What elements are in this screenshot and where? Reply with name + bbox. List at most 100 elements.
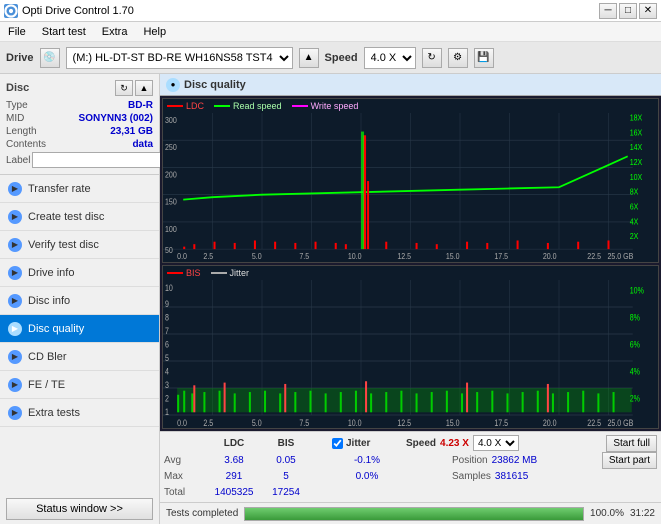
start-part-button[interactable]: Start part xyxy=(602,452,657,469)
speed-select-container: 4.0 X xyxy=(473,435,519,451)
content-area: ● Disc quality LDC Read speed xyxy=(160,74,661,524)
disc-mid-value: SONYNN3 (002) xyxy=(79,113,153,124)
menu-extra[interactable]: Extra xyxy=(98,25,132,39)
drive-select[interactable]: (M:) HL-DT-ST BD-RE WH16NS58 TST4 xyxy=(66,47,293,69)
titlebar-left: Opti Drive Control 1.70 xyxy=(4,4,134,18)
extra-tests-icon: ▶ xyxy=(8,406,22,420)
app-title: Opti Drive Control 1.70 xyxy=(22,5,134,17)
sidebar-item-disc-quality-label: Disc quality xyxy=(28,323,84,335)
speed-measured-value: 4.23 X xyxy=(440,438,469,449)
menubar: File Start test Extra Help xyxy=(0,22,661,42)
sidebar-item-drive-info-label: Drive info xyxy=(28,267,74,279)
status-window-button[interactable]: Status window >> xyxy=(6,498,153,520)
minimize-button[interactable]: ─ xyxy=(599,3,617,19)
start-full-button[interactable]: Start full xyxy=(606,435,657,452)
disc-label-input[interactable] xyxy=(32,152,170,168)
eject-button[interactable]: ▲ xyxy=(299,48,319,68)
legend-ldc-label: LDC xyxy=(186,101,204,111)
svg-text:22.5: 22.5 xyxy=(587,251,601,261)
sidebar-item-verify-test-disc[interactable]: ▶ Verify test disc xyxy=(0,231,159,259)
svg-text:25.0 GB: 25.0 GB xyxy=(607,416,633,427)
svg-text:2.5: 2.5 xyxy=(203,251,213,261)
disc-type-label: Type xyxy=(6,100,28,111)
avg-bis-value: 0.05 xyxy=(260,455,312,466)
svg-text:5.0: 5.0 xyxy=(252,251,262,261)
sidebar-item-create-test-disc[interactable]: ▶ Create test disc xyxy=(0,203,159,231)
drivebar: Drive 💿 (M:) HL-DT-ST BD-RE WH16NS58 TST… xyxy=(0,42,661,74)
refresh-button[interactable]: ↻ xyxy=(422,48,442,68)
sidebar-item-transfer-rate[interactable]: ▶ Transfer rate xyxy=(0,175,159,203)
svg-text:12X: 12X xyxy=(630,157,643,167)
disc-quality-icon: ▶ xyxy=(8,322,22,336)
sidebar-item-cd-bler[interactable]: ▶ CD Bler xyxy=(0,343,159,371)
svg-text:15.0: 15.0 xyxy=(446,251,460,261)
action-buttons: Start full xyxy=(606,435,657,452)
disc-refresh-button[interactable]: ↻ xyxy=(115,80,133,96)
avg-ldc-value: 3.68 xyxy=(208,455,260,466)
disc-eject-button[interactable]: ▲ xyxy=(135,80,153,96)
svg-text:50: 50 xyxy=(165,245,173,255)
settings-button[interactable]: ⚙ xyxy=(448,48,468,68)
speed-header-label: Speed xyxy=(406,438,436,449)
titlebar: Opti Drive Control 1.70 ─ □ ✕ xyxy=(0,0,661,22)
menu-help[interactable]: Help xyxy=(139,25,170,39)
svg-text:100: 100 xyxy=(165,224,177,234)
speed-select[interactable]: 4.0 X xyxy=(364,47,416,69)
disc-mid-label: MID xyxy=(6,113,24,124)
svg-text:0.0: 0.0 xyxy=(177,416,187,427)
drive-label: Drive xyxy=(6,52,34,64)
disc-label-row: Label 🔍 xyxy=(6,152,153,168)
progress-track xyxy=(244,507,584,521)
svg-text:6X: 6X xyxy=(630,202,639,212)
stats-bar: LDC BIS Jitter Speed 4.23 X 4.0 X Start … xyxy=(160,431,661,502)
stats-header-row: LDC BIS Jitter Speed 4.23 X 4.0 X Start … xyxy=(164,434,657,452)
svg-text:250: 250 xyxy=(165,142,177,152)
legend-jitter: Jitter xyxy=(211,268,250,278)
svg-text:200: 200 xyxy=(165,170,177,180)
sidebar-item-fe-te[interactable]: ▶ FE / TE xyxy=(0,371,159,399)
sidebar-item-disc-info[interactable]: ▶ Disc info xyxy=(0,287,159,315)
sidebar-item-extra-tests[interactable]: ▶ Extra tests xyxy=(0,399,159,427)
legend-ldc: LDC xyxy=(167,101,204,111)
jitter-header-label: Jitter xyxy=(346,438,370,449)
menu-start-test[interactable]: Start test xyxy=(38,25,90,39)
titlebar-controls: ─ □ ✕ xyxy=(599,3,657,19)
svg-text:7.5: 7.5 xyxy=(299,251,309,261)
transfer-rate-icon: ▶ xyxy=(8,182,22,196)
legend-bis-label: BIS xyxy=(186,268,201,278)
drive-info-icon: ▶ xyxy=(8,266,22,280)
svg-text:16X: 16X xyxy=(630,128,643,138)
svg-text:6: 6 xyxy=(165,338,169,349)
close-button[interactable]: ✕ xyxy=(639,3,657,19)
menu-file[interactable]: File xyxy=(4,25,30,39)
save-button[interactable]: 💾 xyxy=(474,48,494,68)
ldc-color xyxy=(167,105,183,107)
legend-read-speed-label: Read speed xyxy=(233,101,282,111)
sidebar-item-cd-bler-label: CD Bler xyxy=(28,351,67,363)
stats-ldc-header: LDC xyxy=(208,438,260,449)
svg-text:22.5: 22.5 xyxy=(587,416,601,427)
svg-text:12.5: 12.5 xyxy=(397,416,411,427)
disc-contents-value: data xyxy=(132,139,153,150)
maximize-button[interactable]: □ xyxy=(619,3,637,19)
position-label: Position xyxy=(452,455,488,466)
write-speed-color xyxy=(292,105,308,107)
lower-chart: BIS Jitter xyxy=(162,265,659,430)
svg-text:7.5: 7.5 xyxy=(299,416,309,427)
drive-eject-icon[interactable]: 💿 xyxy=(40,48,60,68)
disc-quality-header-icon: ● xyxy=(166,78,180,92)
jitter-checkbox[interactable] xyxy=(332,438,343,449)
disc-type-value: BD-R xyxy=(128,100,153,111)
sidebar-item-drive-info[interactable]: ▶ Drive info xyxy=(0,259,159,287)
speed-dropdown[interactable]: 4.0 X xyxy=(473,435,519,451)
svg-text:17.5: 17.5 xyxy=(494,251,508,261)
svg-text:2: 2 xyxy=(165,392,169,403)
sidebar-item-disc-quality[interactable]: ▶ Disc quality xyxy=(0,315,159,343)
main-area: Disc ↻ ▲ Type BD-R MID SONYNN3 (002) Len… xyxy=(0,74,661,524)
status-text: Tests completed xyxy=(166,508,238,519)
disc-length-row: Length 23,31 GB xyxy=(6,126,153,137)
lower-chart-svg: 10% 8% 6% 4% 2% 10 9 8 7 6 5 4 3 xyxy=(163,280,658,429)
legend-read-speed: Read speed xyxy=(214,101,282,111)
svg-text:10%: 10% xyxy=(630,284,645,295)
svg-text:20.0: 20.0 xyxy=(543,416,557,427)
